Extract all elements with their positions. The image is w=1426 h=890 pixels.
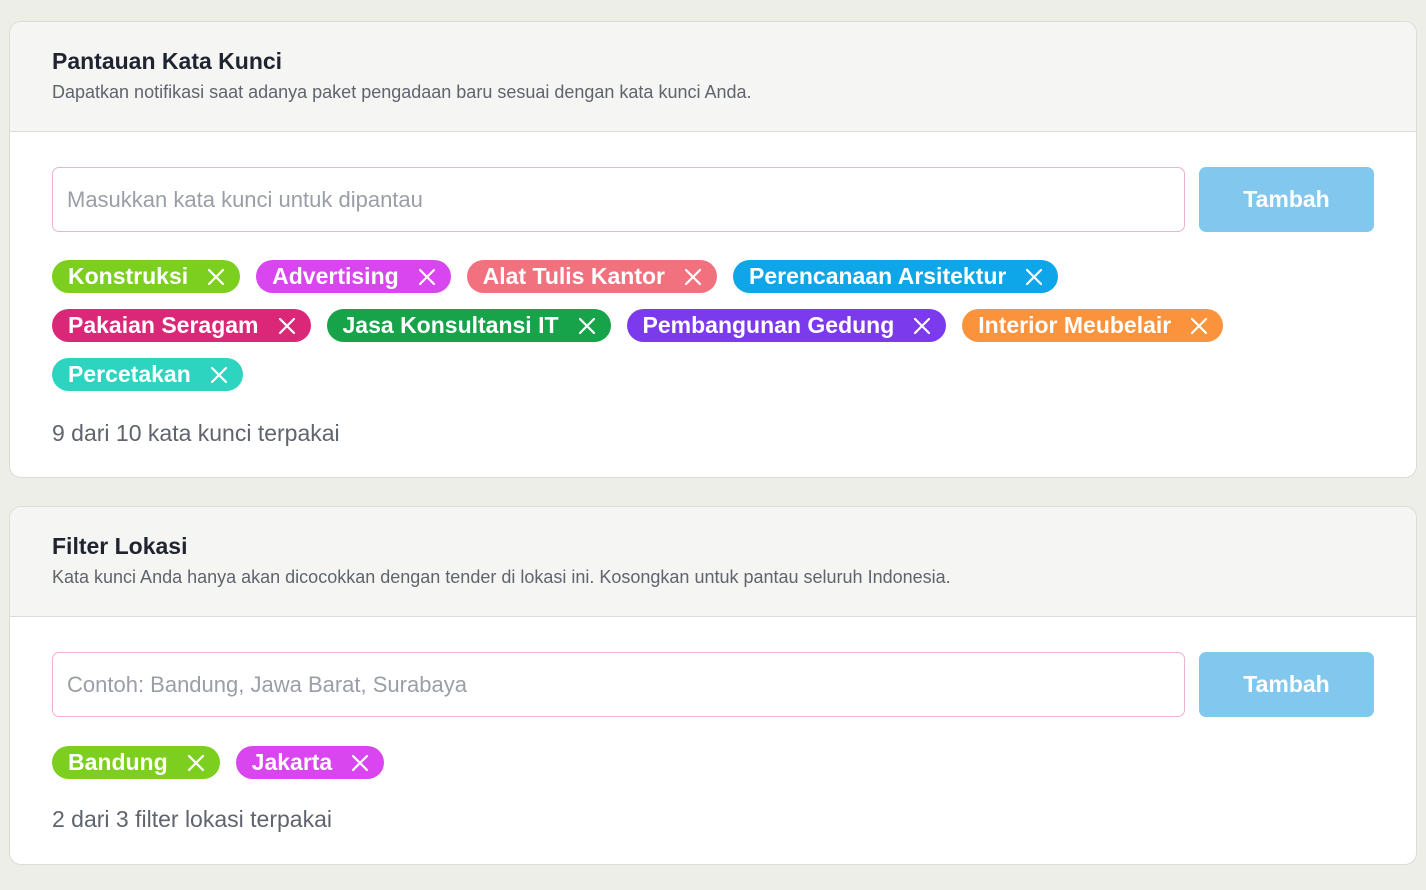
location-filter-body: Tambah Bandung Jakarta 2 dari 3 filter lo…	[10, 617, 1416, 833]
keyword-monitor-subtitle: Dapatkan notifikasi saat adanya paket pe…	[52, 82, 752, 102]
location-tag: Bandung	[52, 746, 220, 779]
keyword-tag-label: Alat Tulis Kantor	[482, 263, 665, 289]
keyword-tag: Advertising	[256, 260, 451, 293]
location-filter-header: Filter Lokasi Kata kunci Anda hanya akan…	[10, 507, 1416, 617]
keyword-monitor-card: Pantauan Kata Kunci Dapatkan notifikasi …	[9, 21, 1417, 478]
keyword-usage-text: 9 dari 10 kata kunci terpakai	[52, 420, 340, 446]
close-icon[interactable]	[1189, 316, 1209, 336]
add-keyword-button[interactable]: Tambah	[1199, 167, 1374, 232]
keyword-monitor-body: Tambah Konstruksi Advertising Alat Tulis K…	[10, 132, 1416, 447]
location-tag-label: Jakarta	[251, 749, 333, 775]
location-input[interactable]	[52, 652, 1185, 717]
close-icon[interactable]	[683, 267, 703, 287]
keyword-tag-label: Advertising	[272, 263, 399, 289]
keyword-tag: Percetakan	[52, 358, 243, 391]
keyword-tag-label: Pakaian Seragam	[68, 312, 259, 338]
location-usage-text: 2 dari 3 filter lokasi terpakai	[52, 806, 332, 832]
keyword-tag: Interior Meubelair	[962, 309, 1224, 342]
location-filter-card: Filter Lokasi Kata kunci Anda hanya akan…	[9, 506, 1417, 865]
keyword-tag-label: Percetakan	[68, 361, 191, 387]
close-icon[interactable]	[1024, 267, 1044, 287]
keyword-tag: Jasa Konsultansi IT	[326, 309, 611, 342]
close-icon[interactable]	[912, 316, 932, 336]
close-icon[interactable]	[577, 316, 597, 336]
location-tag-label: Bandung	[68, 749, 168, 775]
keyword-tag: Konstruksi	[52, 260, 241, 293]
close-icon[interactable]	[350, 753, 370, 773]
location-filter-subtitle: Kata kunci Anda hanya akan dicocokkan de…	[52, 567, 951, 587]
keyword-tag-label: Pembangunan Gedung	[642, 312, 895, 338]
keyword-monitor-header: Pantauan Kata Kunci Dapatkan notifikasi …	[10, 22, 1416, 132]
location-tag-list: Bandung Jakarta	[52, 746, 1312, 779]
close-icon[interactable]	[186, 753, 206, 773]
close-icon[interactable]	[206, 267, 226, 287]
location-filter-title: Filter Lokasi	[52, 533, 188, 559]
keyword-input-row: Tambah	[52, 167, 1374, 232]
keyword-tag: Pakaian Seragam	[52, 309, 311, 342]
location-input-row: Tambah	[52, 652, 1374, 717]
keyword-tag-label: Jasa Konsultansi IT	[342, 312, 559, 338]
keyword-tag-list: Konstruksi Advertising Alat Tulis Kantor Pe…	[52, 260, 1312, 391]
location-tag: Jakarta	[235, 746, 385, 779]
keyword-tag-label: Konstruksi	[68, 263, 189, 289]
keyword-tag-label: Interior Meubelair	[978, 312, 1172, 338]
close-icon[interactable]	[277, 316, 297, 336]
keyword-tag: Perencanaan Arsitektur	[732, 260, 1059, 293]
keyword-input[interactable]	[52, 167, 1185, 232]
keyword-tag: Alat Tulis Kantor	[466, 260, 717, 293]
close-icon[interactable]	[209, 365, 229, 385]
keyword-tag-label: Perencanaan Arsitektur	[748, 263, 1007, 289]
close-icon[interactable]	[417, 267, 437, 287]
add-location-button[interactable]: Tambah	[1199, 652, 1374, 717]
keyword-monitor-title: Pantauan Kata Kunci	[52, 48, 283, 74]
keyword-tag: Pembangunan Gedung	[626, 309, 947, 342]
